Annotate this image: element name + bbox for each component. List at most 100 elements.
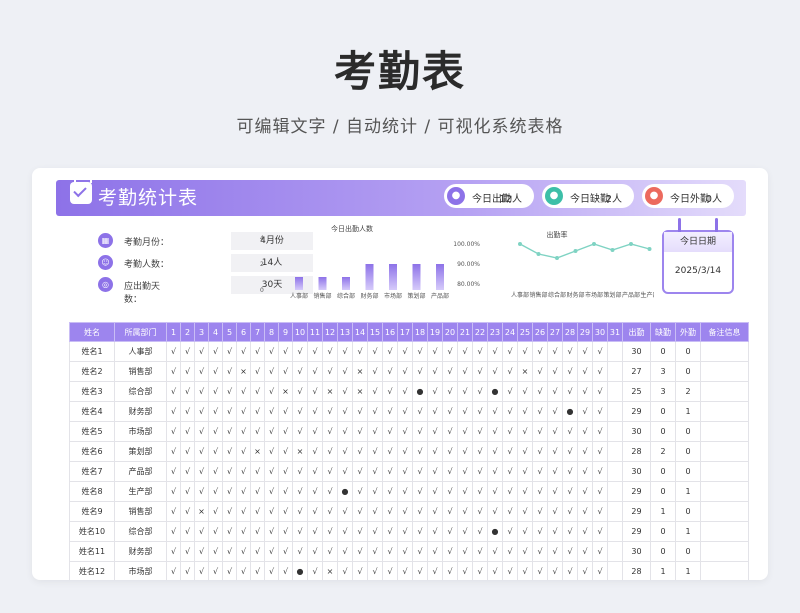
table-cell[interactable]: √: [250, 561, 265, 580]
table-cell[interactable]: √: [502, 521, 518, 542]
table-cell[interactable]: √: [278, 421, 293, 442]
table-cell[interactable]: √: [222, 501, 237, 522]
table-cell[interactable]: 30: [622, 341, 651, 362]
table-cell[interactable]: √: [292, 421, 308, 442]
table-cell[interactable]: √: [292, 541, 308, 562]
table-cell[interactable]: 姓名6: [69, 441, 115, 462]
table-cell[interactable]: √: [442, 481, 458, 502]
table-cell[interactable]: √: [180, 401, 195, 422]
table-cell[interactable]: √: [352, 421, 368, 442]
table-cell[interactable]: [700, 561, 749, 580]
table-cell[interactable]: √: [547, 501, 563, 522]
table-cell[interactable]: √: [322, 401, 338, 422]
table-cell[interactable]: √: [412, 541, 428, 562]
table-cell[interactable]: 3: [650, 381, 676, 402]
table-cell[interactable]: √: [412, 501, 428, 522]
table-cell[interactable]: 姓名2: [69, 361, 115, 382]
table-cell[interactable]: 姓名12: [69, 561, 115, 580]
table-cell[interactable]: √: [307, 501, 323, 522]
table-cell[interactable]: √: [472, 381, 488, 402]
table-cell[interactable]: √: [292, 521, 308, 542]
table-cell[interactable]: √: [382, 341, 398, 362]
table-cell[interactable]: √: [427, 441, 443, 462]
table-cell[interactable]: √: [382, 441, 398, 462]
table-cell[interactable]: √: [457, 381, 473, 402]
table-cell[interactable]: √: [222, 521, 237, 542]
table-cell[interactable]: √: [337, 441, 353, 462]
table-cell[interactable]: √: [180, 501, 195, 522]
table-cell[interactable]: 财务部: [114, 541, 167, 562]
table-cell[interactable]: √: [592, 441, 608, 462]
table-cell[interactable]: 姓名9: [69, 501, 115, 522]
table-cell[interactable]: √: [222, 421, 237, 442]
table-cell[interactable]: √: [307, 361, 323, 382]
table-cell[interactable]: √: [442, 361, 458, 382]
table-cell[interactable]: √: [166, 561, 181, 580]
table-cell[interactable]: √: [337, 421, 353, 442]
table-cell[interactable]: √: [532, 341, 548, 362]
table-cell[interactable]: 姓名10: [69, 521, 115, 542]
table-cell[interactable]: √: [352, 501, 368, 522]
table-cell[interactable]: √: [264, 441, 279, 462]
table-cell[interactable]: [700, 361, 749, 382]
table-cell[interactable]: [607, 381, 623, 402]
table-cell[interactable]: ●: [562, 401, 578, 422]
table-cell[interactable]: √: [166, 401, 181, 422]
table-cell[interactable]: √: [337, 341, 353, 362]
table-cell[interactable]: √: [442, 541, 458, 562]
table-cell[interactable]: √: [562, 361, 578, 382]
table-cell[interactable]: √: [222, 461, 237, 482]
table-cell[interactable]: √: [472, 501, 488, 522]
table-cell[interactable]: [607, 561, 623, 580]
table-cell[interactable]: √: [442, 461, 458, 482]
table-cell[interactable]: √: [487, 561, 503, 580]
table-cell[interactable]: 25: [622, 381, 651, 402]
table-cell[interactable]: √: [562, 381, 578, 402]
table-cell[interactable]: √: [250, 401, 265, 422]
table-cell[interactable]: √: [292, 501, 308, 522]
table-cell[interactable]: √: [236, 521, 251, 542]
table-cell[interactable]: ●: [337, 481, 353, 502]
table-cell[interactable]: √: [592, 501, 608, 522]
table-cell[interactable]: √: [307, 521, 323, 542]
table-cell[interactable]: √: [180, 561, 195, 580]
table-cell[interactable]: [700, 521, 749, 542]
table-cell[interactable]: √: [222, 361, 237, 382]
table-cell[interactable]: 销售部: [114, 361, 167, 382]
table-cell[interactable]: √: [166, 481, 181, 502]
table-cell[interactable]: 人事部: [114, 341, 167, 362]
table-cell[interactable]: √: [427, 421, 443, 442]
table-cell[interactable]: √: [208, 361, 223, 382]
table-cell[interactable]: 0: [675, 341, 701, 362]
table-cell[interactable]: √: [547, 381, 563, 402]
table-cell[interactable]: √: [577, 401, 593, 422]
table-cell[interactable]: √: [322, 541, 338, 562]
table-cell[interactable]: √: [264, 421, 279, 442]
table-cell[interactable]: √: [382, 501, 398, 522]
table-cell[interactable]: √: [517, 381, 533, 402]
table-cell[interactable]: [607, 541, 623, 562]
table-cell[interactable]: √: [472, 461, 488, 482]
table-cell[interactable]: 0: [675, 441, 701, 462]
table-cell[interactable]: √: [472, 521, 488, 542]
table-cell[interactable]: 姓名8: [69, 481, 115, 502]
table-cell[interactable]: √: [180, 461, 195, 482]
table-cell[interactable]: √: [352, 341, 368, 362]
table-cell[interactable]: √: [547, 521, 563, 542]
table-cell[interactable]: √: [367, 381, 383, 402]
table-cell[interactable]: √: [307, 421, 323, 442]
table-cell[interactable]: √: [208, 561, 223, 580]
table-cell[interactable]: √: [532, 361, 548, 382]
table-cell[interactable]: √: [547, 401, 563, 422]
table-cell[interactable]: √: [577, 521, 593, 542]
table-cell[interactable]: 1: [675, 401, 701, 422]
table-cell[interactable]: √: [307, 541, 323, 562]
table-cell[interactable]: √: [532, 481, 548, 502]
table-cell[interactable]: ●: [412, 381, 428, 402]
table-cell[interactable]: √: [264, 361, 279, 382]
table-cell[interactable]: ×: [517, 361, 533, 382]
table-cell[interactable]: √: [264, 541, 279, 562]
table-cell[interactable]: √: [292, 401, 308, 422]
table-cell[interactable]: √: [264, 461, 279, 482]
table-cell[interactable]: √: [292, 361, 308, 382]
